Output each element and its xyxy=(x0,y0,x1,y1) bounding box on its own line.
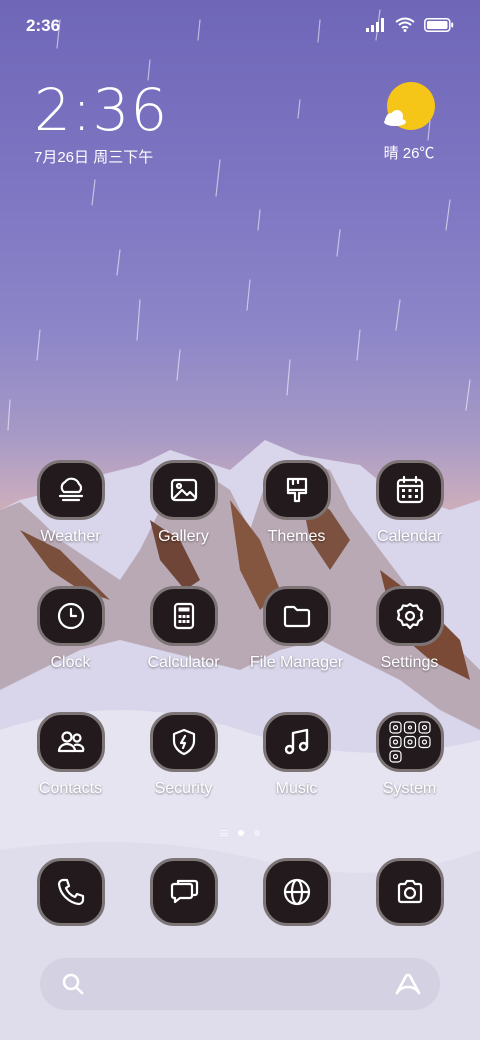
calendar-icon xyxy=(396,475,423,504)
app-settings[interactable]: Settings xyxy=(353,586,466,672)
dock-messages[interactable] xyxy=(127,858,240,926)
status-bar: 2:36 xyxy=(0,0,480,50)
folder-icon xyxy=(283,605,310,628)
page-dot-active xyxy=(238,830,244,836)
clock-widget[interactable]: 2:36 7月26日 周三下午 xyxy=(34,78,168,167)
app-icon-security[interactable] xyxy=(149,712,218,772)
app-label: Calculator xyxy=(147,654,220,671)
folder-grid-icon xyxy=(388,721,431,763)
signal-icon xyxy=(366,17,384,32)
dock-phone[interactable] xyxy=(14,858,127,926)
assistant-icon xyxy=(395,973,421,995)
browser-globe-icon xyxy=(283,878,310,906)
messages-icon xyxy=(170,879,198,904)
app-label: System xyxy=(382,780,437,797)
app-music[interactable]: Music xyxy=(240,712,353,798)
clock-date: 7月26日 周三下午 xyxy=(34,149,154,166)
app-row: Contacts Security Music System xyxy=(14,712,466,798)
app-label: Weather xyxy=(40,528,101,545)
weather-text: 晴 26℃ xyxy=(383,145,435,162)
app-file-manager[interactable]: File Manager xyxy=(240,586,353,672)
clock-icon xyxy=(57,602,84,630)
dock-browser[interactable] xyxy=(240,858,353,926)
app-label: Settings xyxy=(380,654,439,671)
app-icon-calendar[interactable] xyxy=(375,460,444,520)
gear-icon xyxy=(396,602,423,630)
app-icon-messages[interactable] xyxy=(149,858,218,926)
wifi-icon xyxy=(395,17,415,32)
app-icon-calculator[interactable] xyxy=(149,586,218,646)
page-indicator-feed xyxy=(220,830,228,836)
calculator-icon xyxy=(173,602,194,630)
assistant-button[interactable] xyxy=(394,971,422,1002)
app-icon-themes[interactable] xyxy=(262,460,331,520)
app-label: File Manager xyxy=(249,654,344,671)
phone-icon xyxy=(57,878,84,906)
shield-icon xyxy=(172,728,195,756)
app-security[interactable]: Security xyxy=(127,712,240,798)
app-weather[interactable]: Weather xyxy=(14,460,127,546)
sun-cloud-icon xyxy=(384,82,435,130)
app-icon-contacts[interactable] xyxy=(36,712,105,772)
app-label: Themes xyxy=(267,528,326,545)
camera-icon xyxy=(397,879,422,904)
app-label: Clock xyxy=(50,654,91,671)
app-label: Contacts xyxy=(38,780,103,797)
contacts-icon xyxy=(57,731,84,753)
app-contacts[interactable]: Contacts xyxy=(14,712,127,798)
app-icon-settings[interactable] xyxy=(375,586,444,646)
app-row: Clock Calculator File Manager Settings xyxy=(14,586,466,672)
image-icon xyxy=(170,478,197,502)
app-system-folder[interactable]: System xyxy=(353,712,466,798)
app-icon-browser[interactable] xyxy=(262,858,331,926)
app-icon-clock[interactable] xyxy=(36,586,105,646)
app-label: Security xyxy=(154,780,213,797)
app-grid: Weather Gallery Themes Calendar Clock Ca… xyxy=(14,460,466,838)
app-icon-camera[interactable] xyxy=(375,858,444,926)
status-time: 2:36 xyxy=(26,16,61,35)
app-icon-file-manager[interactable] xyxy=(262,586,331,646)
app-calculator[interactable]: Calculator xyxy=(127,586,240,672)
app-label: Music xyxy=(275,780,318,797)
dock xyxy=(14,858,466,926)
dock-camera[interactable] xyxy=(353,858,466,926)
page-indicator[interactable] xyxy=(0,830,480,836)
app-icon-music[interactable] xyxy=(262,712,331,772)
status-icons xyxy=(366,17,454,32)
app-label: Calendar xyxy=(377,528,442,545)
app-calendar[interactable]: Calendar xyxy=(353,460,466,546)
app-icon-phone[interactable] xyxy=(36,858,105,926)
app-row: Weather Gallery Themes Calendar xyxy=(14,460,466,546)
app-icon-system[interactable] xyxy=(375,712,444,772)
search-button[interactable] xyxy=(60,971,86,1002)
app-label: Gallery xyxy=(158,528,209,545)
search-bar[interactable] xyxy=(40,958,440,1010)
page-dot xyxy=(254,830,260,836)
cloud-icon xyxy=(58,477,83,502)
search-icon xyxy=(62,973,84,995)
clock-time: 2:36 xyxy=(34,76,169,144)
app-themes[interactable]: Themes xyxy=(240,460,353,546)
app-icon-gallery[interactable] xyxy=(149,460,218,520)
app-icon-weather[interactable] xyxy=(36,460,105,520)
app-gallery[interactable]: Gallery xyxy=(127,460,240,546)
battery-icon xyxy=(424,17,454,32)
app-clock[interactable]: Clock xyxy=(14,586,127,672)
brush-icon xyxy=(286,477,307,503)
music-note-icon xyxy=(284,728,308,755)
weather-widget[interactable]: 晴 26℃ xyxy=(374,82,444,163)
